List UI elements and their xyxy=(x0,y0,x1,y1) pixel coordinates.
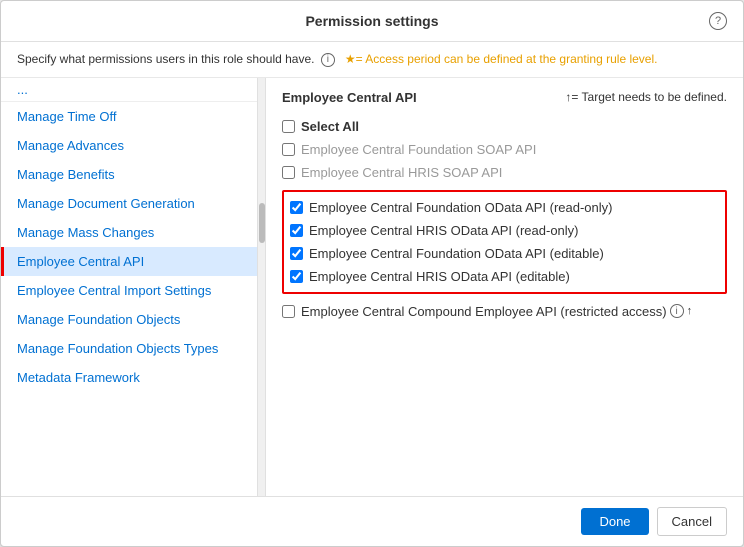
sidebar-item-manage-foundation-objects[interactable]: Manage Foundation Objects xyxy=(1,305,257,334)
cancel-button[interactable]: Cancel xyxy=(657,507,727,536)
panel-subtitle: ↑= Target needs to be defined. xyxy=(565,90,727,104)
checkbox-row-cb-foundation-odata-readonly: Employee Central Foundation OData API (r… xyxy=(290,196,719,219)
select-all-label[interactable]: Select All xyxy=(301,119,359,134)
checkbox-label-cb-foundation-odata-readonly[interactable]: Employee Central Foundation OData API (r… xyxy=(309,200,613,215)
permission-settings-dialog: Permission settings ? Specify what permi… xyxy=(0,0,744,547)
highlighted-checkbox-group: Employee Central Foundation OData API (r… xyxy=(282,190,727,294)
checkbox-row-cb-hris-odata-editable: Employee Central HRIS OData API (editabl… xyxy=(290,265,719,288)
select-all-row: Select All xyxy=(282,115,727,138)
sidebar-item-manage-advances[interactable]: Manage Advances xyxy=(1,131,257,160)
checkbox-label-cb-compound[interactable]: Employee Central Compound Employee API (… xyxy=(301,304,667,319)
select-all-checkbox[interactable] xyxy=(282,120,295,133)
checkbox-label-cb-hris-odata-readonly[interactable]: Employee Central HRIS OData API (read-on… xyxy=(309,223,579,238)
star-note: ★= Access period can be defined at the g… xyxy=(345,52,658,66)
compound-info-icon: i xyxy=(670,304,684,318)
sidebar-scroll-area: ... Manage Time OffManage AdvancesManage… xyxy=(1,78,257,496)
main-panel: Employee Central API ↑= Target needs to … xyxy=(266,78,743,496)
checkbox-label-cb-hris-soap[interactable]: Employee Central HRIS SOAP API xyxy=(301,165,502,180)
sidebar-scroll-top: ... xyxy=(1,78,257,102)
sidebar-item-metadata-framework[interactable]: Metadata Framework xyxy=(1,363,257,392)
checkbox-row-cb-compound: Employee Central Compound Employee API (… xyxy=(282,300,727,323)
checkbox-label-cb-foundation-odata-editable[interactable]: Employee Central Foundation OData API (e… xyxy=(309,246,604,261)
dialog-header: Permission settings ? xyxy=(1,1,743,42)
checkbox-cb-foundation-odata-editable[interactable] xyxy=(290,247,303,260)
content-area: ... Manage Time OffManage AdvancesManage… xyxy=(1,78,743,496)
checkbox-label-cb-soap[interactable]: Employee Central Foundation SOAP API xyxy=(301,142,536,157)
checkbox-row-cb-foundation-odata-editable: Employee Central Foundation OData API (e… xyxy=(290,242,719,265)
sidebar-item-manage-time-off[interactable]: Manage Time Off xyxy=(1,102,257,131)
sidebar-item-employee-central-import-settings[interactable]: Employee Central Import Settings xyxy=(1,276,257,305)
done-button[interactable]: Done xyxy=(581,508,648,535)
sidebar-item-manage-mass-changes[interactable]: Manage Mass Changes xyxy=(1,218,257,247)
checkbox-cb-hris-odata-readonly[interactable] xyxy=(290,224,303,237)
help-icon[interactable]: ? xyxy=(709,12,727,30)
sidebar-item-employee-central-api[interactable]: Employee Central API xyxy=(1,247,257,276)
panel-header: Employee Central API ↑= Target needs to … xyxy=(282,90,727,105)
info-bar: Specify what permissions users in this r… xyxy=(1,42,743,78)
dialog-title: Permission settings xyxy=(305,13,438,29)
sidebar-item-manage-benefits[interactable]: Manage Benefits xyxy=(1,160,257,189)
info-text: Specify what permissions users in this r… xyxy=(17,52,314,66)
sidebar-scroll-thumb xyxy=(259,203,265,243)
sidebar-scrollbar[interactable] xyxy=(257,78,265,496)
checkbox-row-cb-hris-soap: Employee Central HRIS SOAP API xyxy=(282,161,727,184)
sidebar-scroll-container: ... Manage Time OffManage AdvancesManage… xyxy=(1,78,266,496)
info-circle-icon: i xyxy=(321,53,335,67)
dialog-body: Specify what permissions users in this r… xyxy=(1,42,743,496)
target-arrow-icon: ↑ xyxy=(687,305,693,317)
checkbox-label-cb-hris-odata-editable[interactable]: Employee Central HRIS OData API (editabl… xyxy=(309,269,570,284)
checkbox-cb-hris-soap[interactable] xyxy=(282,166,295,179)
checkbox-cb-soap[interactable] xyxy=(282,143,295,156)
checkbox-cb-hris-odata-editable[interactable] xyxy=(290,270,303,283)
checkbox-cb-compound[interactable] xyxy=(282,305,295,318)
checkbox-cb-foundation-odata-readonly[interactable] xyxy=(290,201,303,214)
sidebar-item-manage-document-generation[interactable]: Manage Document Generation xyxy=(1,189,257,218)
dialog-footer: Done Cancel xyxy=(1,496,743,546)
checkbox-row-cb-soap: Employee Central Foundation SOAP API xyxy=(282,138,727,161)
panel-title: Employee Central API xyxy=(282,90,417,105)
sidebar-item-manage-foundation-objects-types[interactable]: Manage Foundation Objects Types xyxy=(1,334,257,363)
checkbox-row-cb-hris-odata-readonly: Employee Central HRIS OData API (read-on… xyxy=(290,219,719,242)
